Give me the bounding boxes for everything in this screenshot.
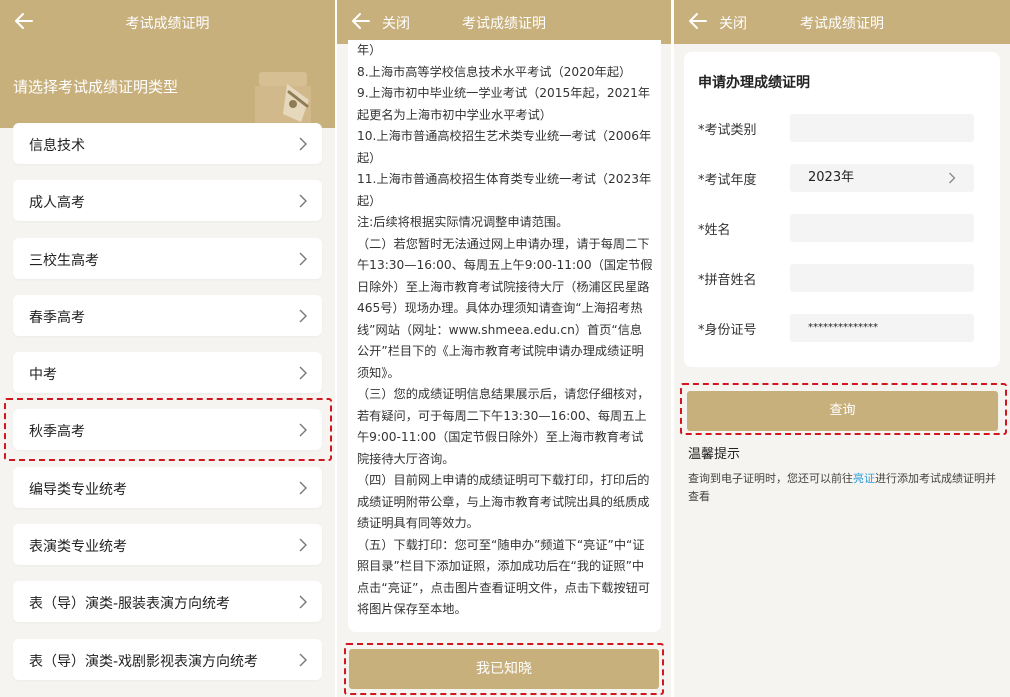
list-item[interactable]: 成人高考 (13, 180, 322, 222)
exam-type-screen: 考试成绩证明 请选择考试成绩证明类型 信息技术 成人高考 三校生高考 春季高考 … (0, 0, 335, 697)
field-label: *姓名 (698, 223, 731, 238)
chevron-right-icon (299, 595, 307, 609)
notice-screen: 关闭 考试成绩证明 年） 8.上海市高等学校信息技术水平考试（2020年起） 9… (337, 0, 671, 697)
chevron-right-icon (299, 366, 307, 380)
tips-title: 温馨提示 (688, 447, 741, 462)
field-label: *考试年度 (698, 173, 757, 188)
highlight-box (4, 398, 332, 461)
field-label: *考试类别 (698, 123, 757, 138)
list-item-label: 表（导）演类-服装表演方向统考 (29, 596, 231, 613)
chevron-right-icon (299, 194, 307, 208)
list-item[interactable]: 春季高考 (13, 294, 322, 336)
top-bar: 考试成绩证明 (0, 0, 335, 44)
notice-paragraph: 注:后续将根据实际情况调整申请范围。 (357, 215, 569, 229)
chevron-right-icon (299, 481, 307, 495)
tips-text: 查询到电子证明时，您还可以前往亮证进行添加考试成绩证明并查看 (688, 470, 1006, 505)
exam-category-select[interactable] (790, 114, 974, 142)
list-item[interactable]: 中考 (13, 352, 322, 394)
notice-paragraph: 9.上海市初中毕业统一学业考试（2015年起，2021年起更名为上海市初中学业水… (357, 86, 651, 122)
list-item[interactable]: 信息技术 (13, 123, 322, 164)
chevron-right-icon (299, 137, 307, 151)
exam-year-row: *考试年度 2023年 (698, 164, 988, 192)
exam-year-value: 2023年 (808, 170, 855, 185)
top-bar: 关闭 考试成绩证明 (674, 0, 1010, 44)
list-item[interactable]: 表演类专业统考 (13, 524, 322, 566)
notice-paragraph: 11.上海市普通高校招生体育类专业统一考试（2023年起） (357, 172, 652, 208)
exam-year-select[interactable]: 2023年 (790, 164, 974, 192)
list-item[interactable]: 编导类专业统考 (13, 466, 322, 508)
notice-paragraph: （三）您的成绩证明信息结果展示后，请您仔细核对，若有疑问，可于每周二下午13:3… (357, 387, 650, 466)
pinyin-name-field[interactable] (790, 264, 974, 292)
list-item-label: 信息技术 (29, 138, 85, 154)
page-title: 考试成绩证明 (125, 16, 210, 32)
list-item-label: 表演类专业统考 (29, 539, 127, 556)
name-row: *姓名 (698, 214, 988, 242)
apply-screen: 关闭 考试成绩证明 申请办理成绩证明 *考试类别 *考试年度 2023年 *姓名… (674, 0, 1010, 697)
list-item-label: 中考 (29, 367, 57, 384)
notice-paragraph: 10.上海市普通高校招生艺术类专业统一考试（2006年起） (357, 129, 652, 165)
chevron-right-icon (299, 538, 307, 552)
chevron-right-icon (299, 252, 307, 266)
certificate-pen-icon (255, 72, 311, 128)
notice-paragraph: 8.上海市高等学校信息技术水平考试（2020年起） (357, 64, 632, 79)
select-prompt: 请选择考试成绩证明类型 (13, 78, 179, 96)
list-item-label: 春季高考 (29, 309, 85, 326)
highlight-box (680, 383, 1007, 435)
list-item[interactable]: 三校生高考 (13, 237, 322, 279)
chevron-right-icon (299, 653, 307, 667)
top-bar: 关闭 考试成绩证明 (337, 0, 671, 44)
id-number-field[interactable]: ************** (790, 314, 974, 342)
list-item[interactable]: 表（导）演类-戏剧影视表演方向统考 (13, 638, 322, 680)
list-item-label: 三校生高考 (29, 252, 99, 269)
hero-banner: 请选择考试成绩证明类型 (0, 44, 335, 128)
list-item[interactable]: 表（导）演类-服装表演方向统考 (13, 581, 322, 623)
field-label: *拼音姓名 (698, 273, 757, 288)
tips-text-part: 查询到电子证明时，您还可以前往 (688, 472, 853, 485)
list-item-label: 成人高考 (29, 195, 85, 212)
notice-paragraph: （五）下载打印：您可至“随申办”频道下“亮证”中“证照目录”栏目下添加证照，添加… (357, 537, 650, 617)
name-field[interactable] (790, 214, 974, 242)
liangzheng-link[interactable]: 亮证 (853, 472, 875, 485)
highlight-box (344, 643, 664, 695)
page-title: 考试成绩证明 (800, 16, 884, 32)
list-item-label: 编导类专业统考 (29, 481, 127, 498)
list-item-label: 表（导）演类-戏剧影视表演方向统考 (29, 653, 259, 670)
chevron-right-icon (949, 172, 956, 184)
notice-content: 年） 8.上海市高等学校信息技术水平考试（2020年起） 9.上海市初中毕业统一… (348, 40, 661, 632)
notice-paragraph: （二）若您暂时无法通过网上申请办理，请于每周二下午13:30—16:00、每周五… (357, 236, 653, 380)
exam-category-row: *考试类别 (698, 114, 988, 142)
page-title: 考试成绩证明 (462, 16, 546, 32)
notice-paragraph: （四）目前网上申请的成绩证明可下载打印，打印后的成绩证明附带公章，与上海市教育考… (357, 473, 650, 530)
id-number-row: *身份证号 ************** (698, 314, 988, 342)
chevron-right-icon (299, 309, 307, 323)
notice-paragraph: 年） (357, 43, 382, 57)
pinyin-name-row: *拼音姓名 (698, 264, 988, 292)
apply-form-card: 申请办理成绩证明 *考试类别 *考试年度 2023年 *姓名 *拼音姓名 *身份… (684, 52, 1000, 367)
form-title: 申请办理成绩证明 (698, 75, 810, 91)
field-label: *身份证号 (698, 323, 757, 338)
